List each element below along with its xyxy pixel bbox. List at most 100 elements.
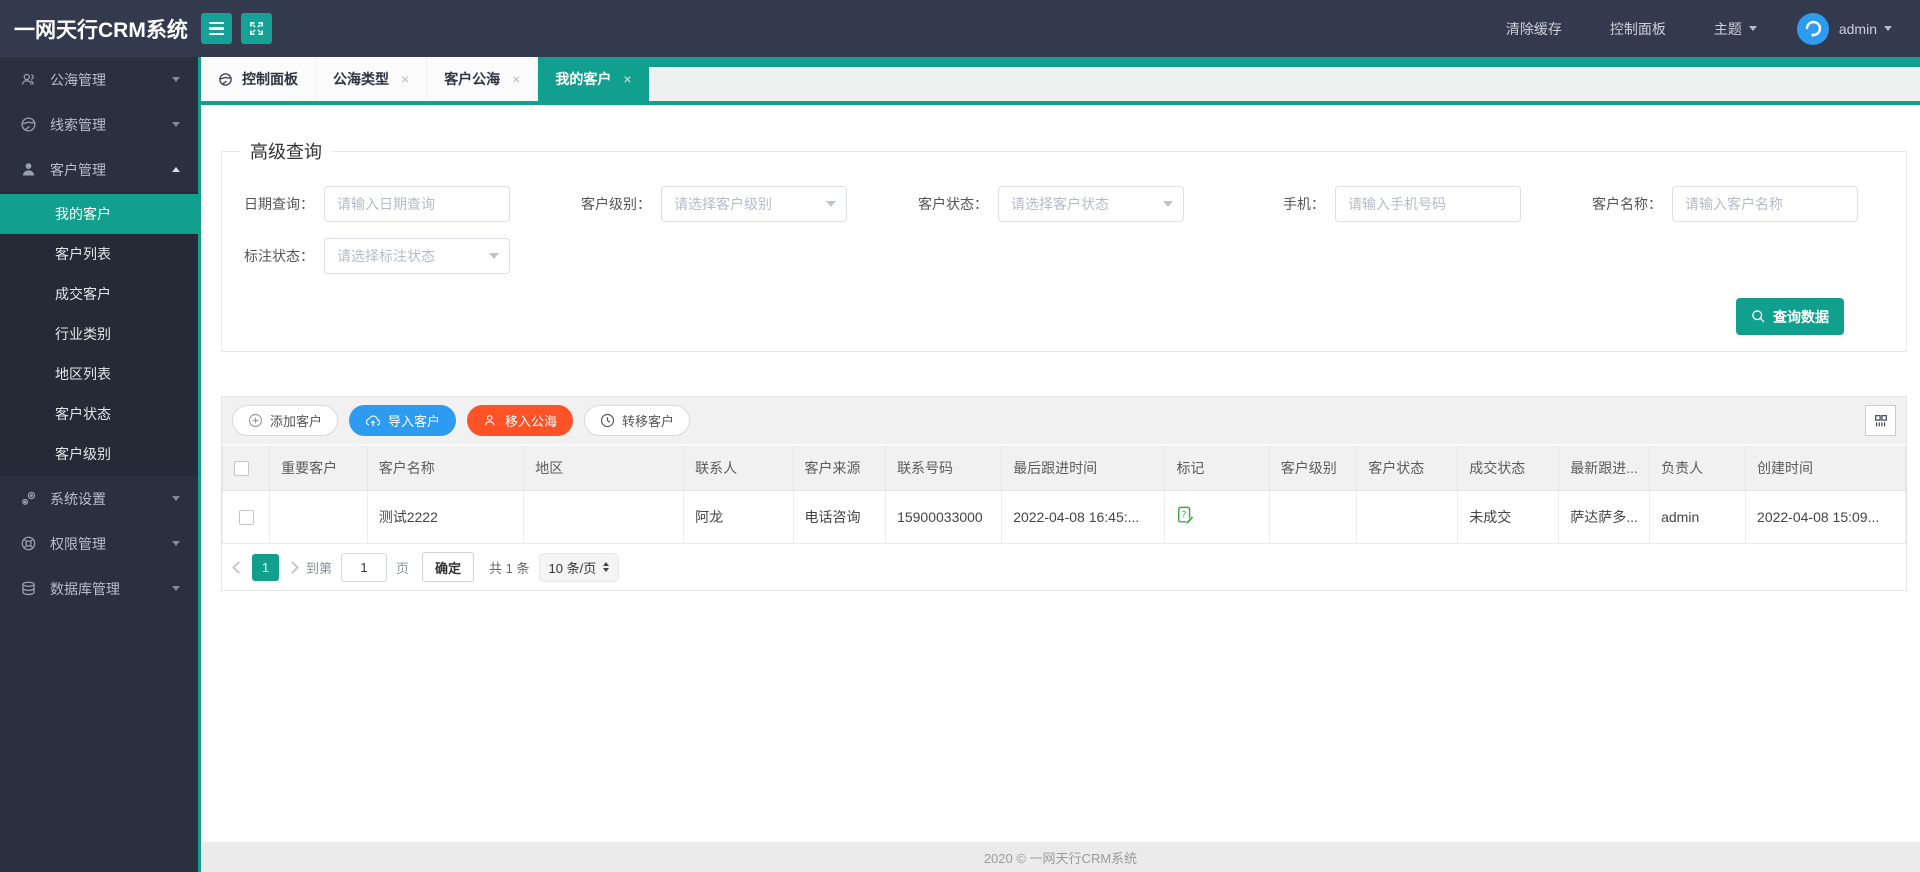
sidebar-item-leads[interactable]: 线索管理 [0, 102, 198, 147]
tab-my-customers[interactable]: 我的客户 × [538, 57, 649, 101]
import-customer-button[interactable]: 导入客户 [349, 405, 457, 436]
hamburger-icon [209, 21, 224, 36]
table-row[interactable]: 测试2222 阿龙 电话咨询 15900033000 2022-04-08 16… [221, 490, 1906, 544]
sidebar-item-deal-customers[interactable]: 成交客户 [0, 274, 198, 314]
col-contact: 联系人 [683, 445, 794, 491]
user-avatar[interactable] [1796, 12, 1829, 45]
tab-bar: 控制面板 公海类型 × 客户公海 × 我的客户 × [201, 57, 1920, 105]
sidebar: 公海管理 线索管理 客户管理 我的客户 客户列表 成交客户 行业类别 地区列表 … [0, 57, 201, 872]
col-owner: 负责人 [1649, 445, 1747, 491]
add-customer-button[interactable]: 添加客户 [232, 405, 339, 436]
chevron-down-icon [489, 253, 499, 259]
page-number-button[interactable]: 1 [252, 553, 279, 581]
users-icon [20, 71, 37, 88]
cell-deal-status: 未成交 [1457, 490, 1560, 544]
chevron-down-icon [172, 586, 180, 591]
search-icon [1752, 310, 1765, 323]
sidebar-item-customers[interactable]: 客户管理 [0, 147, 198, 192]
confirm-button[interactable]: 确定 [422, 552, 475, 582]
cell-mark: ? [1164, 490, 1270, 544]
customer-name-input[interactable] [1672, 186, 1858, 222]
field-date-query: 日期查询： [232, 186, 510, 222]
fullscreen-button[interactable] [241, 13, 272, 44]
col-level: 客户级别 [1268, 445, 1358, 491]
col-created: 创建时间 [1745, 445, 1906, 491]
sidebar-item-customer-status[interactable]: 客户状态 [0, 394, 198, 434]
clear-cache-link[interactable]: 清除缓存 [1506, 19, 1562, 39]
customer-level-select[interactable]: 请选择客户级别 [661, 186, 847, 222]
move-to-public-sea-button[interactable]: 移入公海 [467, 405, 574, 436]
goto-page-input[interactable] [341, 552, 388, 582]
sidebar-item-customer-list[interactable]: 客户列表 [0, 234, 198, 274]
chevron-down-icon [172, 496, 180, 501]
cell-region [523, 490, 685, 544]
goto-prefix: 到第 [306, 560, 333, 576]
advanced-query-panel: 高级查询 日期查询： 客户级别： 请选择客户级别 客户状态： [221, 138, 1907, 352]
col-important: 重要客户 [269, 445, 368, 491]
collapse-menu-button[interactable] [201, 13, 232, 44]
table-header-row: 重要客户 客户名称 地区 联系人 客户来源 联系号码 最后跟进时间 标记 客户级… [221, 445, 1906, 491]
note-edit-icon[interactable]: ? [1176, 506, 1195, 525]
svg-text:?: ? [1182, 510, 1187, 520]
sidebar-item-region-list[interactable]: 地区列表 [0, 354, 198, 394]
pagination: 1 到第 页 确定 共 1 条 10 条/页 [222, 544, 1906, 590]
close-icon[interactable]: × [401, 71, 409, 87]
next-page-icon[interactable] [286, 560, 299, 574]
table-toolbar: 添加客户 导入客户 移入公海 转移客户 [222, 397, 1906, 444]
columns-icon [1874, 414, 1887, 426]
chevron-down-icon [172, 122, 180, 127]
search-data-button[interactable]: 查询数据 [1736, 298, 1844, 335]
sidebar-item-database[interactable]: 数据库管理 [0, 566, 198, 611]
field-label: 客户名称： [1592, 196, 1662, 212]
sidebar-item-permissions[interactable]: 权限管理 [0, 521, 198, 566]
field-customer-level: 客户级别： 请选择客户级别 [569, 186, 847, 222]
database-icon [20, 580, 37, 597]
sidebar-item-my-customers[interactable]: 我的客户 [0, 194, 198, 234]
column-settings-button[interactable] [1865, 405, 1896, 436]
app-logo: 一网天行CRM系统 [14, 18, 188, 42]
field-label: 客户状态： [918, 196, 988, 212]
close-icon[interactable]: × [623, 71, 631, 87]
tab-public-sea-type[interactable]: 公海类型 × [316, 57, 428, 101]
mobile-input[interactable] [1335, 186, 1521, 222]
page-size-select[interactable]: 10 条/页 [538, 552, 620, 582]
globe-icon [20, 116, 37, 133]
sidebar-item-system-settings[interactable]: 系统设置 [0, 476, 198, 521]
mark-status-select[interactable]: 请选择标注状态 [324, 238, 510, 274]
settings-icon [20, 490, 37, 507]
col-deal-status: 成交状态 [1457, 445, 1560, 491]
select-spinner-icon [603, 562, 610, 572]
top-header: 一网天行CRM系统 清除缓存 控制面板 主题 admin [0, 0, 1920, 57]
sidebar-item-industry-category[interactable]: 行业类别 [0, 314, 198, 354]
permissions-icon [20, 535, 37, 552]
sidebar-item-customer-level[interactable]: 客户级别 [0, 434, 198, 474]
date-query-input[interactable] [324, 186, 510, 222]
chevron-down-icon [1748, 26, 1757, 31]
user-icon [20, 161, 37, 178]
tab-customer-public-sea[interactable]: 客户公海 × [427, 57, 539, 101]
cell-created: 2022-04-08 15:09... [1745, 490, 1906, 544]
cell-status [1356, 490, 1459, 544]
cell-owner: admin [1649, 490, 1747, 544]
tab-dashboard[interactable]: 控制面板 [201, 57, 316, 101]
copyright-text: 2020 © 一网天行CRM系统 [983, 850, 1138, 866]
prev-page-icon[interactable] [232, 560, 245, 574]
col-status: 客户状态 [1356, 445, 1459, 491]
cell-level [1268, 490, 1358, 544]
dashboard-link[interactable]: 控制面板 [1610, 19, 1666, 39]
field-label: 客户级别： [581, 196, 651, 212]
panel-title: 高级查询 [250, 142, 322, 162]
cell-latest-follow: 萨达萨多... [1558, 490, 1651, 544]
col-region: 地区 [523, 445, 685, 491]
page-content: 高级查询 日期查询： 客户级别： 请选择客户级别 客户状态： [201, 105, 1920, 842]
chevron-down-icon [826, 201, 836, 207]
cell-name: 测试2222 [366, 490, 525, 544]
customer-status-select[interactable]: 请选择客户状态 [998, 186, 1184, 222]
close-icon[interactable]: × [512, 71, 520, 87]
sidebar-item-public-sea[interactable]: 公海管理 [0, 57, 198, 102]
transfer-customer-button[interactable]: 转移客户 [584, 405, 691, 436]
theme-menu[interactable]: 主题 [1714, 19, 1757, 39]
row-checkbox[interactable] [238, 510, 254, 526]
select-all-checkbox[interactable] [234, 461, 249, 477]
user-menu[interactable]: admin [1839, 21, 1892, 37]
